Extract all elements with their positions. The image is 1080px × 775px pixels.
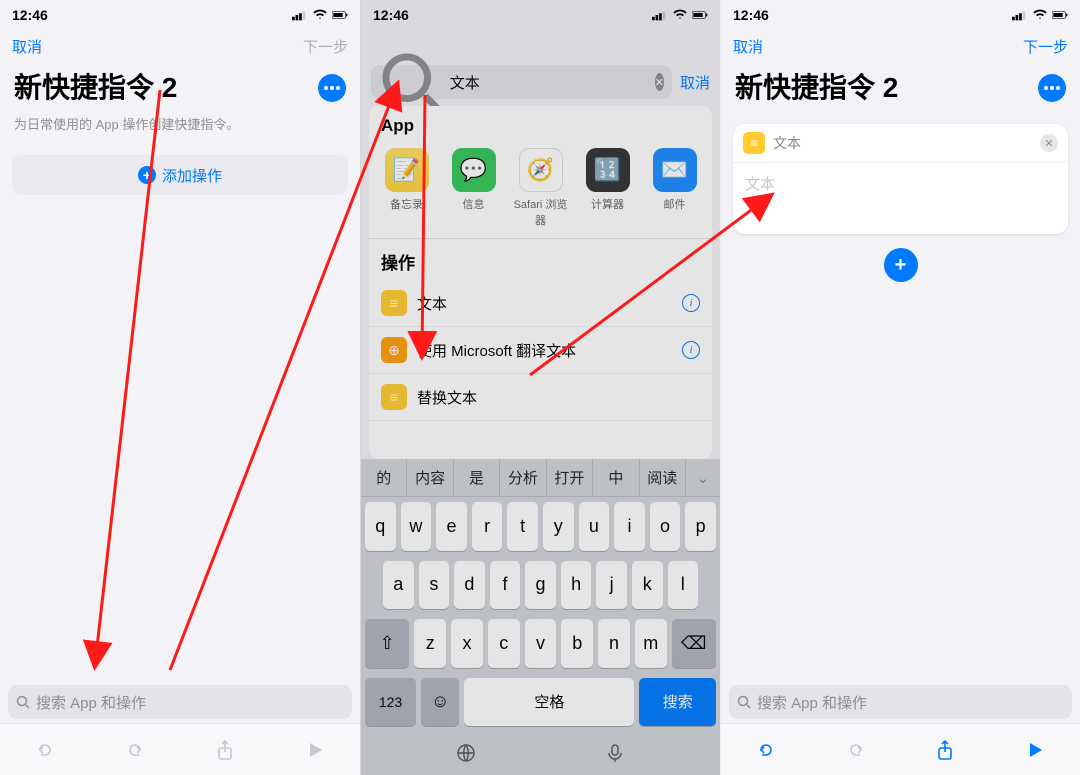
toolbar (721, 723, 1080, 775)
card-header: ≡ 文本 ✕ (733, 124, 1068, 163)
share-button[interactable] (209, 734, 241, 766)
text-action-card[interactable]: ≡ 文本 ✕ 文本 (733, 124, 1068, 234)
status-icons (292, 9, 348, 21)
add-action-button[interactable]: + 添加操作 (12, 155, 348, 195)
results-sheet: App 📝备忘录 💬信息 🧭Safari 浏览器 🔢计算器 ✉️邮件 操作 ≡文… (369, 106, 712, 459)
screen-3: 12:46 取消 下一步 新快捷指令 2 ≡ 文本 ✕ 文本 + 搜索 App … (720, 0, 1080, 775)
text-action-icon: ≡ (743, 132, 765, 154)
page-subtitle: 为日常使用的 App 操作创建快捷指令。 (0, 114, 360, 147)
search-bar[interactable]: 搜索 App 和操作 (8, 685, 352, 719)
next-button[interactable]: 下一步 (1023, 36, 1068, 57)
plus-icon: + (138, 166, 156, 184)
status-bar: 12:46 (0, 0, 360, 30)
search-row: ✕ 取消 (361, 62, 720, 102)
status-bar: 12:46 (361, 0, 720, 30)
app-calc[interactable]: 🔢计算器 (578, 148, 638, 228)
section-actions-header: 操作 (369, 239, 712, 280)
page-title: 新快捷指令 2 (0, 62, 191, 114)
translate-action-icon: ⊕ (381, 337, 407, 363)
123-key[interactable]: 123 (365, 678, 416, 727)
info-icon[interactable]: i (682, 341, 700, 359)
kb-bottom (361, 731, 720, 775)
notes-icon: 📝 (385, 148, 429, 192)
search-bar[interactable]: 搜索 App 和操作 (729, 685, 1072, 719)
search-input[interactable] (450, 74, 649, 91)
candidate-bar[interactable]: 的 内容 是 分析 打开 中 阅读 ⌄ (361, 459, 720, 497)
cancel-button[interactable]: 取消 (680, 72, 710, 93)
add-action-label: 添加操作 (162, 165, 222, 186)
action-text[interactable]: ≡文本i (369, 280, 712, 327)
status-time: 12:46 (373, 7, 409, 23)
kb-row-4: 123 ☺ 空格 搜索 (361, 673, 720, 732)
action-replace[interactable]: ≡替换文本 (369, 374, 712, 421)
kb-row-2: asdfghjkl (361, 556, 720, 615)
card-input[interactable]: 文本 (733, 163, 1068, 234)
redo-button[interactable] (840, 734, 872, 766)
screen-2: 12:46 ✕ 取消 App 📝备忘录 💬信息 🧭Safari 浏览器 🔢计算器… (360, 0, 720, 775)
more-button[interactable] (318, 74, 346, 102)
status-icons (1012, 9, 1068, 21)
section-app-header: App (369, 106, 712, 142)
add-fab[interactable]: + (884, 248, 918, 282)
replace-action-icon: ≡ (381, 384, 407, 410)
play-button[interactable] (299, 734, 331, 766)
app-notes[interactable]: 📝备忘录 (377, 148, 437, 228)
next-button[interactable]: 下一步 (303, 36, 348, 57)
kb-row-3: ⇧ zxcvbnm ⌫ (361, 614, 720, 673)
info-icon[interactable]: i (682, 294, 700, 312)
status-time: 12:46 (12, 7, 48, 23)
status-icons (652, 9, 708, 21)
screen-1: 12:46 取消 下一步 新快捷指令 2 为日常使用的 App 操作创建快捷指令… (0, 0, 360, 775)
backspace-key[interactable]: ⌫ (672, 619, 716, 668)
kb-row-1: qwertyuiop (361, 497, 720, 556)
space-key[interactable]: 空格 (464, 678, 634, 727)
app-safari[interactable]: 🧭Safari 浏览器 (511, 148, 571, 228)
app-mail[interactable]: ✉️邮件 (645, 148, 705, 228)
undo-button[interactable] (29, 734, 61, 766)
close-icon[interactable]: ✕ (1040, 134, 1058, 152)
cancel-button[interactable]: 取消 (733, 36, 763, 57)
text-action-icon: ≡ (381, 290, 407, 316)
nav-bar: 取消 下一步 (0, 30, 360, 62)
search-placeholder: 搜索 App 和操作 (36, 692, 146, 713)
app-messages[interactable]: 💬信息 (444, 148, 504, 228)
action-translate[interactable]: ⊕使用 Microsoft 翻译文本i (369, 327, 712, 374)
keyboard[interactable]: 的 内容 是 分析 打开 中 阅读 ⌄ qwertyuiop asdfghjkl… (361, 459, 720, 775)
more-button[interactable] (1038, 74, 1066, 102)
search-icon (737, 695, 751, 709)
undo-button[interactable] (750, 734, 782, 766)
cancel-button[interactable]: 取消 (12, 36, 42, 57)
redo-button[interactable] (119, 734, 151, 766)
key-q[interactable]: q (365, 502, 396, 551)
search-input-container[interactable]: ✕ (371, 65, 672, 99)
status-time: 12:46 (733, 7, 769, 23)
search-placeholder: 搜索 App 和操作 (757, 692, 867, 713)
status-bar: 12:46 (721, 0, 1080, 30)
nav-bar: 取消 下一步 (721, 30, 1080, 62)
search-icon (16, 695, 30, 709)
toolbar (0, 723, 360, 775)
page-title: 新快捷指令 2 (721, 62, 912, 114)
clear-icon[interactable]: ✕ (655, 73, 664, 91)
candidate-expand-icon[interactable]: ⌄ (686, 459, 720, 496)
mail-icon: ✉️ (653, 148, 697, 192)
app-row: 📝备忘录 💬信息 🧭Safari 浏览器 🔢计算器 ✉️邮件 (369, 142, 712, 239)
card-title: 文本 (773, 133, 801, 153)
emoji-key[interactable]: ☺ (421, 678, 459, 727)
globe-icon[interactable] (455, 742, 477, 764)
search-icon (379, 50, 444, 115)
share-button[interactable] (929, 734, 961, 766)
play-button[interactable] (1019, 734, 1051, 766)
calculator-icon: 🔢 (586, 148, 630, 192)
messages-icon: 💬 (452, 148, 496, 192)
shift-key[interactable]: ⇧ (365, 619, 409, 668)
search-key[interactable]: 搜索 (639, 678, 716, 727)
safari-icon: 🧭 (519, 148, 563, 192)
mic-icon[interactable] (604, 742, 626, 764)
